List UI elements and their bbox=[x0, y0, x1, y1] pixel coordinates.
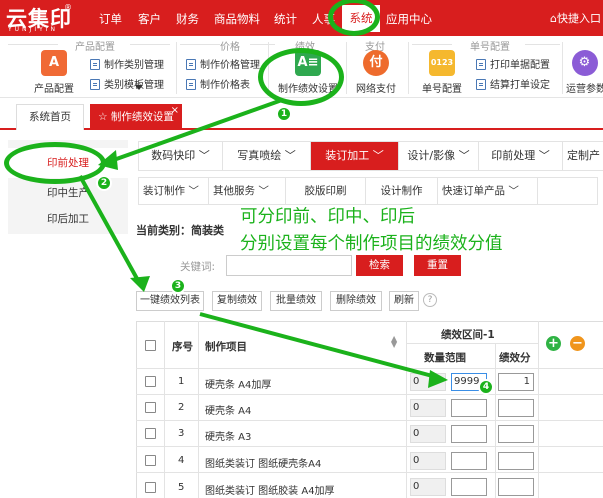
step-badge-4: 4 bbox=[478, 379, 494, 395]
step-badge-3: 3 bbox=[170, 278, 186, 294]
step-badge-2: 2 bbox=[96, 175, 112, 191]
highlight-ellipse-prepress bbox=[4, 142, 106, 184]
arrow-line-2-to-list bbox=[78, 175, 142, 285]
arrow-head-3 bbox=[428, 370, 448, 388]
highlight-ellipse-perf-settings bbox=[258, 48, 344, 106]
arrow-line-1-to-prepress bbox=[107, 98, 283, 164]
step-badge-1: 1 bbox=[276, 106, 292, 122]
arrow-head-2 bbox=[130, 276, 150, 292]
arrow-line-3-to-range bbox=[199, 312, 441, 380]
